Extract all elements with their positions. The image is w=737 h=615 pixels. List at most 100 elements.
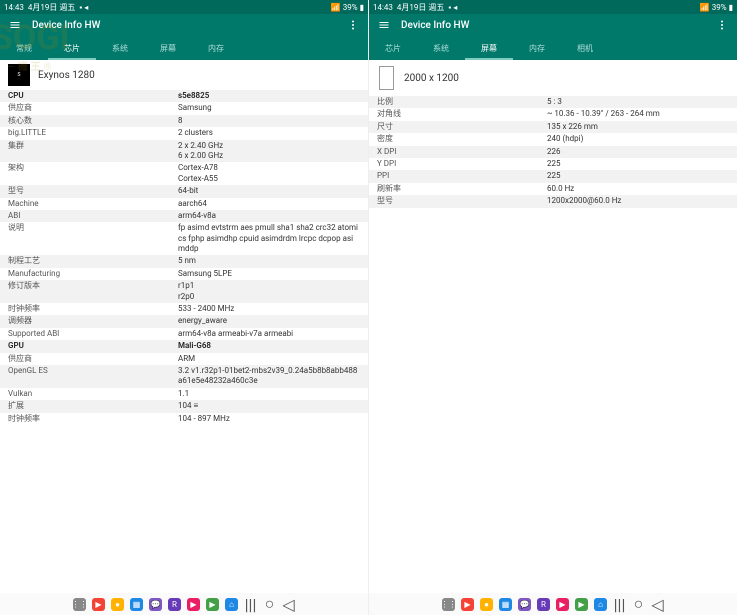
right-pane: 14:43 4月19日 週五 ▪ ◂ 📶 39% ▮ Device Info H… [369,0,737,615]
spec-row: 核心数8 [0,115,368,127]
spec-row: 时钟频率104 - 897 MHz [0,413,368,425]
spec-label: 刷新率 [377,184,547,194]
spec-label: 型号 [8,186,178,196]
battery-icon: ▮ [360,3,364,12]
tab-屏幕[interactable]: 屏幕 [144,36,192,60]
spec-row: 刷新率60.0 Hz [369,183,737,195]
spec-label: 供应商 [8,103,178,113]
spec-label: 供应商 [8,354,178,364]
youtube-icon[interactable]: ▶ [92,598,105,611]
spec-value: arm64-v8a [178,211,360,221]
tab-屏幕[interactable]: 屏幕 [465,36,513,60]
more-icon[interactable] [715,18,729,32]
recent-apps-button[interactable]: ||| [613,598,626,611]
spec-value: fp asimd evtstrm aes pmull sha1 sha2 crc… [178,223,360,254]
tabs-right: 芯片系统屏幕内存相机 [369,36,737,60]
spec-value: 135 x 226 mm [547,122,729,132]
tab-芯片[interactable]: 芯片 [48,36,96,60]
calendar-icon[interactable]: ▦ [499,598,512,611]
spec-label: 调频器 [8,316,178,326]
back-button[interactable]: ◁ [651,598,664,611]
spec-label: 密度 [377,134,547,144]
toolbar-right: Device Info HW [369,14,737,36]
spec-row: big.LITTLE2 clusters [0,127,368,139]
spec-label: big.LITTLE [8,128,178,138]
chip-name: Exynos 1280 [38,70,95,81]
youtube-icon[interactable]: ▶ [461,598,474,611]
spec-label: Supported ABI [8,329,178,339]
spec-label: Manufacturing [8,269,178,279]
tabs-left: 常规芯片系统屏幕内存 [0,36,368,60]
spec-row: OpenGL ES3.2 v1.r32p1-01bet2-mbs2v39_0.2… [0,365,368,388]
tab-系统[interactable]: 系统 [96,36,144,60]
media-icon[interactable]: ▶ [187,598,200,611]
spec-label: 架构 [8,163,178,173]
play-icon[interactable]: ▶ [206,598,219,611]
chat-icon[interactable]: 💬 [518,598,531,611]
notif-icon: ▪ ◂ [79,3,88,12]
tab-相机[interactable]: 相机 [561,36,609,60]
keep-icon[interactable]: ● [480,598,493,611]
home-icon[interactable]: ⌂ [225,598,238,611]
spec-label: 时钟频率 [8,414,178,424]
spec-label: 对角线 [377,109,547,119]
spec-value: ARM [178,354,360,364]
rakuten-icon[interactable]: R [168,598,181,611]
menu-icon[interactable] [8,18,22,32]
spec-value: Mali-G68 [178,341,360,351]
home-button[interactable]: ○ [263,598,276,611]
calendar-icon[interactable]: ▦ [130,598,143,611]
spec-value: s5e8825 [178,91,360,101]
spec-row: X DPI226 [369,146,737,158]
content-right[interactable]: 2000 x 1200 比例5 : 3对角线~ 10.36 - 10.39" /… [369,60,737,615]
spec-label: 说明 [8,223,178,233]
media-icon[interactable]: ▶ [556,598,569,611]
tab-常规[interactable]: 常规 [0,36,48,60]
spec-label: 型号 [377,196,547,206]
spec-row: 调频器energy_aware [0,315,368,327]
play-icon[interactable]: ▶ [575,598,588,611]
tab-系统[interactable]: 系统 [417,36,465,60]
more-icon[interactable] [346,18,360,32]
content-left[interactable]: S Exynos 1280 CPUs5e8825供应商Samsung核心数8bi… [0,60,368,615]
home-button[interactable]: ○ [632,598,645,611]
tab-内存[interactable]: 内存 [192,36,240,60]
spec-label: 尺寸 [377,122,547,132]
back-button[interactable]: ◁ [282,598,295,611]
recent-apps-button[interactable]: ||| [244,598,257,611]
spec-value: energy_aware [178,316,360,326]
spec-row: Supported ABIarm64-v8a armeabi-v7a armea… [0,328,368,340]
spec-row: 集群2 x 2.40 GHz 6 x 2.00 GHz [0,140,368,163]
apps-icon[interactable]: ⋮⋮ [73,598,86,611]
spec-label: 核心数 [8,116,178,126]
spec-value: r1p1 r2p0 [178,281,360,302]
spec-row: ABIarm64-v8a [0,210,368,222]
chip-header: S Exynos 1280 [0,60,368,90]
tab-芯片[interactable]: 芯片 [369,36,417,60]
keep-icon[interactable]: ● [111,598,124,611]
chat-icon[interactable]: 💬 [149,598,162,611]
spec-value: 2 x 2.40 GHz 6 x 2.00 GHz [178,141,360,162]
screen-header: 2000 x 1200 [369,60,737,96]
dock-left: ⋮⋮ ▶ ● ▦ 💬 R ▶ ▶ ⌂ ||| ○ ◁ [0,593,368,615]
spec-value: 64-bit [178,186,360,196]
spec-label: 扩展 [8,401,178,411]
status-date: 4月19日 週五 [397,2,444,13]
menu-icon[interactable] [377,18,391,32]
screen-rect-icon [379,66,394,90]
spec-label: CPU [8,91,178,101]
spec-label: 时钟频率 [8,304,178,314]
apps-icon[interactable]: ⋮⋮ [442,598,455,611]
spec-value: 5 : 3 [547,97,729,107]
spec-row: Y DPI225 [369,158,737,170]
spec-row: Vulkan1.1 [0,388,368,400]
rakuten-icon[interactable]: R [537,598,550,611]
spec-label: Machine [8,199,178,209]
spec-value: 8 [178,116,360,126]
tab-内存[interactable]: 内存 [513,36,561,60]
spec-row: 供应商ARM [0,353,368,365]
left-pane: SOGI—機王® 14:43 4月19日 週五 ▪ ◂ 📶 39% ▮ Devi… [0,0,369,615]
home-icon[interactable]: ⌂ [594,598,607,611]
wifi-icon: 📶 [331,3,341,12]
spec-value: 104 - 897 MHz [178,414,360,424]
